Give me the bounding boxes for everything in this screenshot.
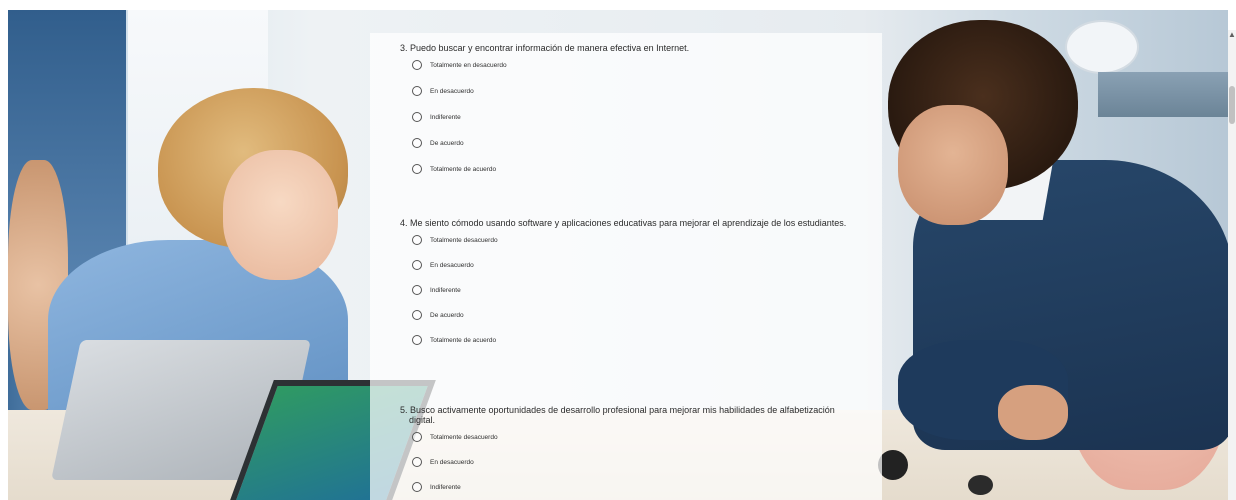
background-teacher-face [898,105,1008,225]
question-3-title: 3. Puedo buscar y encontrar información … [400,43,690,53]
question-3-option-3[interactable]: Indiferente [412,111,860,123]
background-clock [1065,20,1139,74]
radio-button[interactable] [412,335,422,345]
option-label: De acuerdo [430,139,464,147]
question-4-title: 4. Me siento cómodo usando software y ap… [400,218,847,228]
question-3: 3. Puedo buscar y encontrar información … [400,43,860,175]
scroll-up-arrow-icon[interactable]: ▲ [1228,30,1236,40]
page-scrollbar[interactable]: ▲ [1228,30,1236,500]
question-5-option-2[interactable]: En desacuerdo [412,456,860,468]
option-label: En desacuerdo [430,458,474,466]
radio-button[interactable] [412,60,422,70]
radio-button[interactable] [412,164,422,174]
option-label: Totalmente desacuerdo [430,236,498,244]
option-label: Indiferente [430,483,461,491]
question-3-option-5[interactable]: Totalmente de acuerdo [412,163,860,175]
question-4-option-3[interactable]: Indiferente [412,284,860,296]
question-3-option-2[interactable]: En desacuerdo [412,85,860,97]
question-3-option-1[interactable]: Totalmente en desacuerdo [412,59,860,71]
option-label: Totalmente en desacuerdo [430,61,507,69]
background-robot-wheel [968,475,993,495]
radio-button[interactable] [412,260,422,270]
question-5-option-3[interactable]: Indiferente [412,481,860,493]
radio-button[interactable] [412,86,422,96]
radio-button[interactable] [412,310,422,320]
option-label: Totalmente de acuerdo [430,336,497,344]
radio-button[interactable] [412,285,422,295]
background-shelf [1098,72,1228,117]
option-label: Indiferente [430,286,461,294]
radio-button[interactable] [412,432,422,442]
radio-button[interactable] [412,138,422,148]
option-label: En desacuerdo [430,87,474,95]
question-4-option-5[interactable]: Totalmente de acuerdo [412,334,860,346]
option-label: En desacuerdo [430,261,474,269]
option-label: Totalmente de acuerdo [430,165,497,173]
background-robot-wheel [878,450,908,480]
radio-button[interactable] [412,482,422,492]
question-4-option-2[interactable]: En desacuerdo [412,259,860,271]
radio-button[interactable] [412,235,422,245]
option-label: De acuerdo [430,311,464,319]
question-5-option-1[interactable]: Totalmente desacuerdo [412,431,860,443]
background-girl-face [223,150,338,280]
radio-button[interactable] [412,457,422,467]
question-3-option-4[interactable]: De acuerdo [412,137,860,149]
question-4: 4. Me siento cómodo usando software y ap… [400,218,860,346]
radio-button[interactable] [412,112,422,122]
survey-form-panel: 3. Puedo buscar y encontrar información … [370,33,882,500]
scroll-thumb[interactable] [1229,86,1235,124]
option-label: Indiferente [430,113,461,121]
question-4-option-4[interactable]: De acuerdo [412,309,860,321]
background-teacher-hand [998,385,1068,440]
option-label: Totalmente desacuerdo [430,433,498,441]
question-5: 5. Busco activamente oportunidades de de… [400,405,860,493]
question-4-option-1[interactable]: Totalmente desacuerdo [412,234,860,246]
question-5-title: 5. Busco activamente oportunidades de de… [400,405,835,425]
